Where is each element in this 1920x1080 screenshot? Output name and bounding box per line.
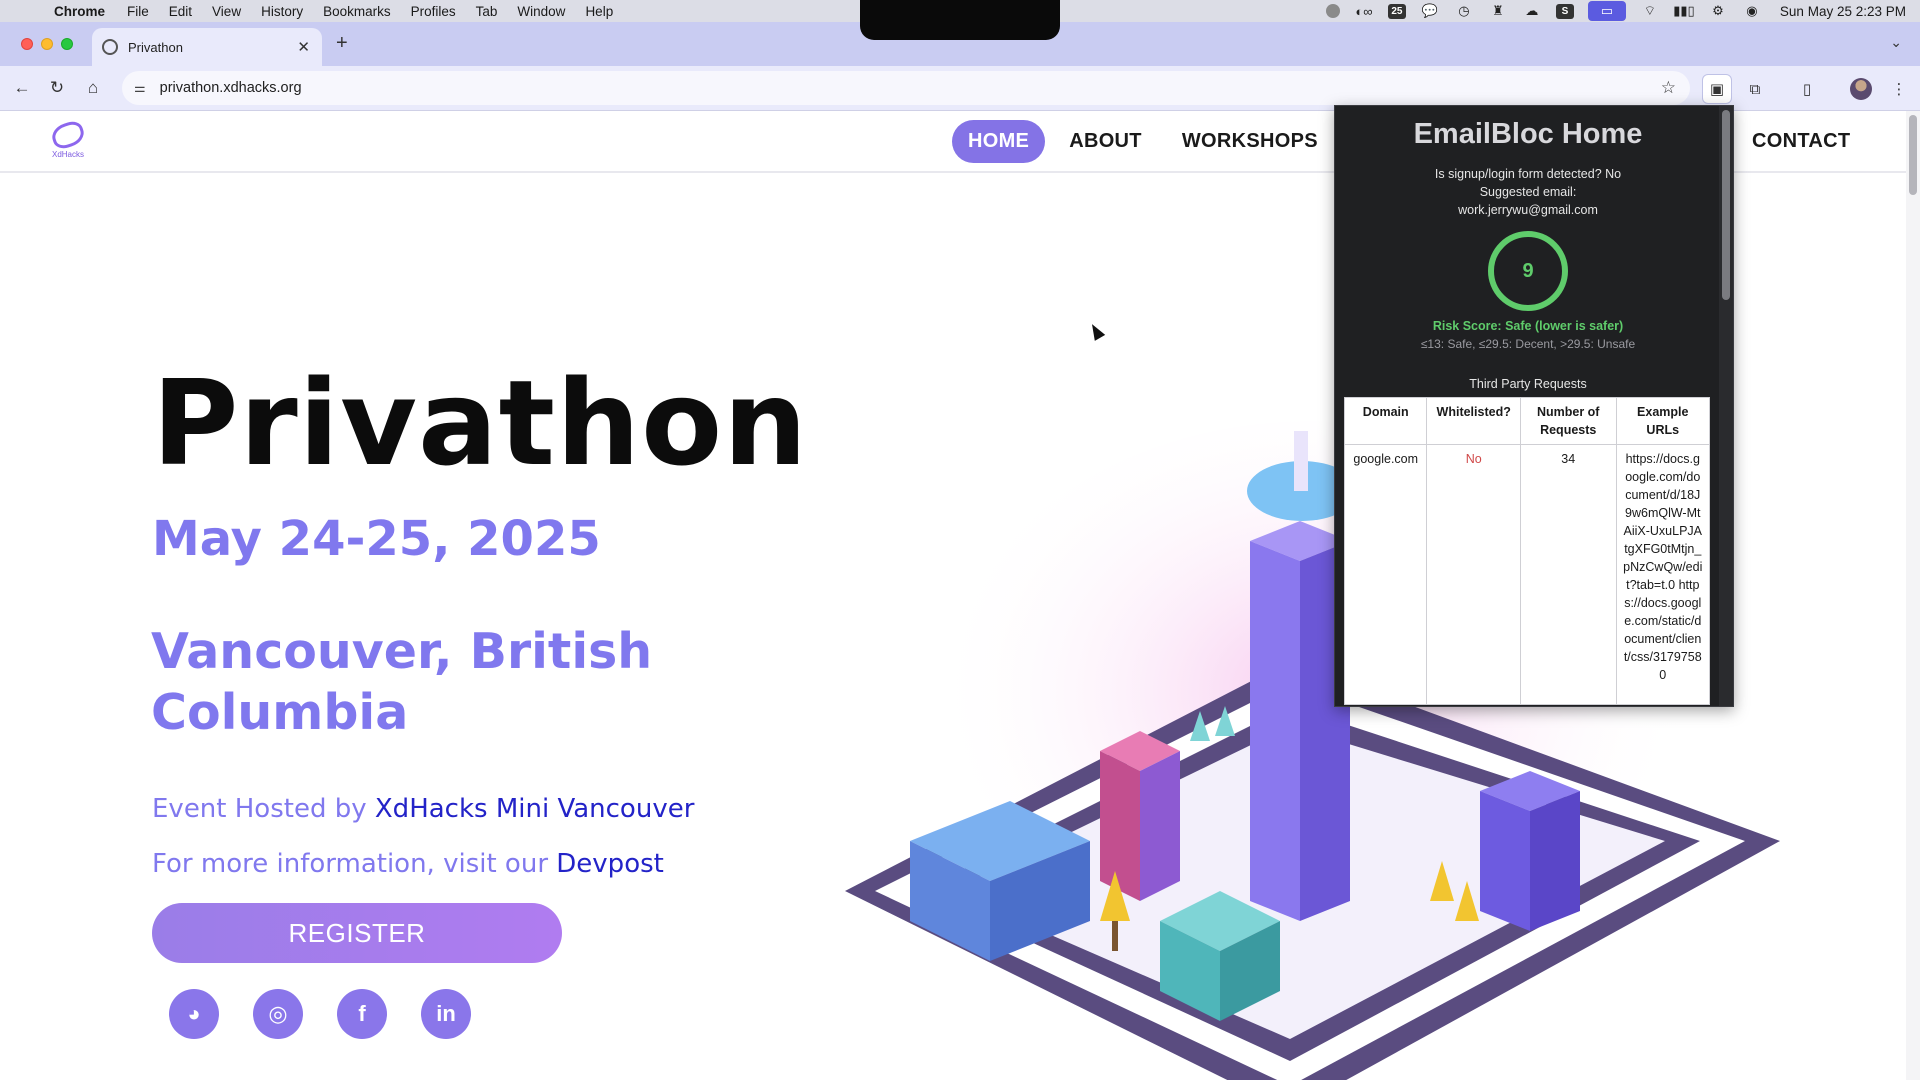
hero-location: Vancouver, British Columbia [151,623,653,741]
cloud-icon[interactable]: ☁ [1522,3,1542,19]
logo-text: XdHacks [51,150,84,159]
profile-avatar-icon[interactable] [1846,74,1876,104]
bookmark-star-icon[interactable]: ☆ [1661,78,1676,98]
time-machine-icon[interactable]: ◷ [1454,3,1474,19]
screen-share-icon[interactable]: ▭ [1587,1,1626,21]
popup-scroll-thumb[interactable] [1722,110,1730,300]
side-panel-icon[interactable]: ▯ [1792,74,1822,104]
devpost-link[interactable]: Devpost [556,849,664,879]
col-requests: Number of Requests [1519,397,1617,445]
s-app-icon[interactable]: S [1555,3,1574,19]
instagram-icon[interactable]: ◎ [253,989,303,1039]
discord-icon[interactable]: ◕ [169,989,219,1039]
menu-edit[interactable]: Edit [169,4,192,19]
risk-legend: ≤13: Safe, ≤29.5: Decent, >29.5: Unsafe [1420,337,1636,351]
menu-app-chrome[interactable]: Chrome [54,4,105,19]
calendar-badge-icon[interactable]: 25 [1387,3,1406,19]
tab-search-chevron-icon[interactable]: ⌄ [1890,34,1902,51]
new-tab-icon[interactable]: + [336,32,348,55]
nav-about[interactable]: ABOUT [1053,120,1158,163]
linkedin-icon[interactable]: in [421,989,471,1039]
back-arrow-icon[interactable]: ← [10,76,34,100]
emailbloc-extension-icon[interactable]: ▣ [1702,74,1732,104]
url-text[interactable]: privathon.xdhacks.org [160,80,302,96]
control-center-icon[interactable]: ⚙ [1708,3,1728,19]
menu-file[interactable]: File [127,4,149,19]
suggested-email-label: Suggested email: [1479,185,1577,199]
status-area: ◐∞ 25 💬 ◷ ♜ ☁ S ▭ ⌔ ▮▮▯ ⚙ ◉ Sun May 25 2… [1325,0,1906,22]
risk-score-label: Risk Score: Safe (lower is safer) [1432,319,1624,333]
window-close-button[interactable] [21,38,33,50]
logo-mark-icon [49,118,87,152]
hero-title: Privathon [152,354,809,492]
menu-view[interactable]: View [212,4,241,19]
reload-icon[interactable]: ↻ [45,76,69,100]
wifi-icon[interactable]: ⌔ [1640,3,1660,19]
third-party-table: Domain Whitelisted? Number of Requests E… [1343,397,1711,705]
tab-close-icon[interactable]: ✕ [297,38,310,56]
window-zoom-button[interactable] [61,38,73,50]
page-scroll-thumb[interactable] [1909,115,1917,195]
register-button[interactable]: REGISTER [152,903,562,963]
record-indicator-icon[interactable] [1325,4,1340,18]
tab-title: Privathon [128,39,183,55]
globe-icon [102,39,118,55]
cell-domain: google.com [1343,444,1428,705]
col-domain: Domain [1343,397,1428,445]
extensions-puzzle-icon[interactable]: ⧉ [1740,74,1770,104]
tab-privathon[interactable]: Privathon ✕ [92,28,322,66]
more-info-prefix: For more information, visit our [152,849,557,879]
hosted-by-line: Event Hosted by XdHacks Mini Vancouver [152,794,694,824]
nav-links: HOME ABOUT WORKSHOPS [952,120,1342,163]
menu-tab[interactable]: Tab [476,4,498,19]
cell-requests: 34 [1519,444,1617,705]
chrome-menu-icon[interactable]: ⋮ [1884,74,1914,104]
cell-whitelisted: No [1426,444,1521,705]
col-example-urls: Example URLs [1615,397,1711,445]
more-info-line: For more information, visit our Devpost [152,849,664,879]
popup-title: EmailBloc Home [1413,118,1643,150]
popup-scrollbar[interactable] [1719,106,1733,706]
home-icon[interactable]: ⌂ [81,76,105,100]
nav-home[interactable]: HOME [952,120,1046,163]
form-detected-text: Is signup/login form detected? No [1434,167,1622,181]
site-info-icon[interactable]: ⚌ [134,80,146,96]
menu-help[interactable]: Help [585,4,613,19]
table-header-row: Domain Whitelisted? Number of Requests E… [1343,397,1711,445]
focus-mode-icon[interactable]: ◐∞ [1354,3,1374,19]
menu-bookmarks[interactable]: Bookmarks [323,4,391,19]
emailbloc-content: EmailBloc Home Is signup/login form dete… [1335,106,1721,706]
nav-contact[interactable]: CONTACT [1752,130,1850,153]
wechat-icon[interactable]: 💬 [1420,3,1440,19]
avatar [1850,78,1872,100]
bartender-icon[interactable]: ♜ [1488,3,1508,19]
address-bar[interactable]: ⚌ privathon.xdhacks.org ☆ [122,71,1690,105]
battery-icon[interactable]: ▮▮▯ [1673,3,1694,19]
risk-score-value: 9 [1522,259,1534,282]
facebook-icon[interactable]: f [337,989,387,1039]
xdhacks-logo[interactable]: XdHacks [48,118,88,167]
nav-workshops[interactable]: WORKSHOPS [1166,120,1334,163]
suggested-email-value[interactable]: work.jerrywu@gmail.com [1335,201,1721,219]
emailbloc-popup: EmailBloc Home Is signup/login form dete… [1334,105,1734,707]
camera-notch [860,0,1060,40]
xdhacks-link[interactable]: XdHacks Mini Vancouver [375,794,695,824]
menu-profiles[interactable]: Profiles [411,4,456,19]
menubar-clock[interactable]: Sun May 25 2:23 PM [1780,4,1906,19]
cell-example-urls[interactable]: https://docs.google.com/document/d/18J9w… [1615,444,1711,705]
menu-history[interactable]: History [261,4,303,19]
social-links: ◕ ◎ f in [169,989,471,1039]
col-whitelisted: Whitelisted? [1426,397,1521,445]
hosted-by-prefix: Event Hosted by [152,794,375,824]
risk-score-ring: 9 [1488,231,1568,311]
page-scrollbar[interactable] [1906,111,1920,1080]
hero-date: May 24-25, 2025 [152,511,601,567]
siri-icon[interactable]: ◉ [1742,3,1762,19]
window-minimize-button[interactable] [41,38,53,50]
menu-window[interactable]: Window [517,4,565,19]
table-row: google.com No 34 https://docs.google.com… [1343,444,1711,705]
third-party-title: Third Party Requests [1469,377,1587,391]
